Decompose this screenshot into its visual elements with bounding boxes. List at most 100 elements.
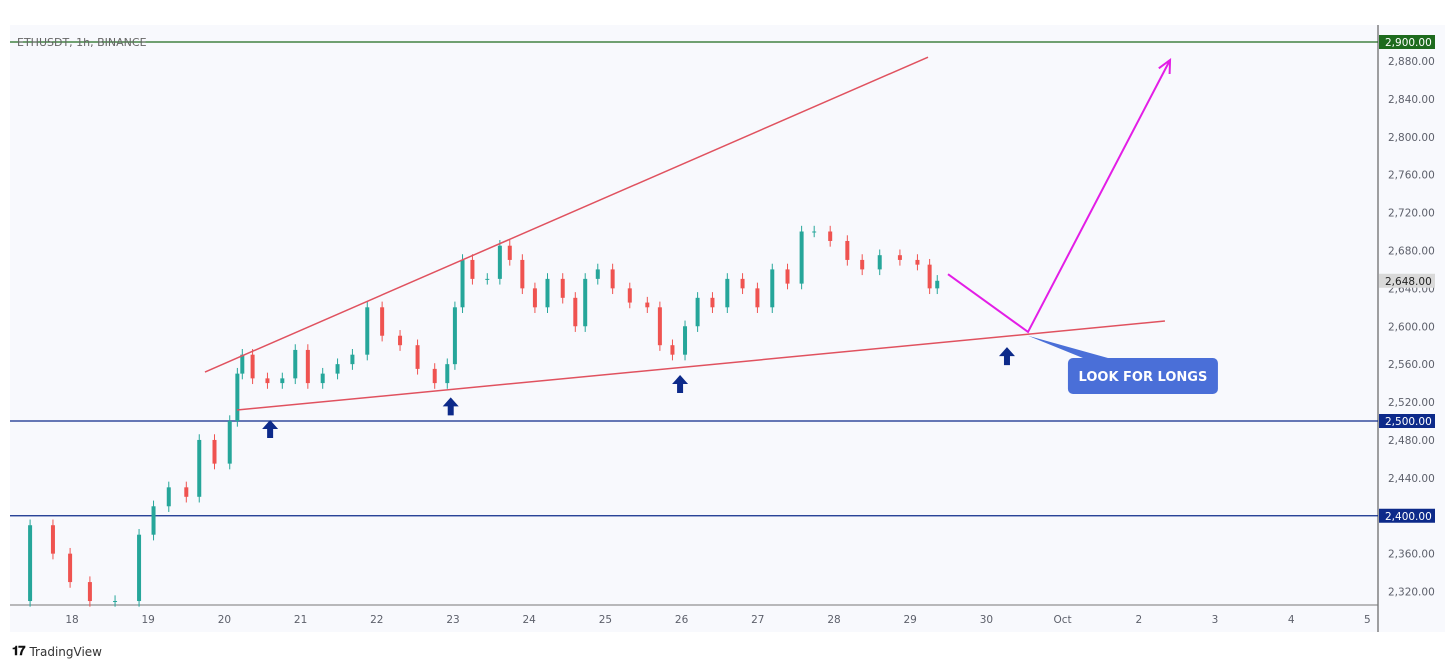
candle-body bbox=[137, 534, 142, 602]
candle-body bbox=[166, 487, 171, 507]
y-tick-label: 2,600.00 bbox=[1388, 321, 1435, 333]
candle-body bbox=[710, 297, 715, 308]
x-tick-label: 29 bbox=[904, 614, 917, 626]
level-price-label: 2,500.00 bbox=[1385, 416, 1432, 428]
y-tick-label: 2,840.00 bbox=[1388, 94, 1435, 106]
tradingview-logo-icon: 𝟏𝟕 bbox=[12, 644, 26, 659]
x-tick-label: 19 bbox=[142, 614, 155, 626]
candle-body bbox=[240, 354, 245, 374]
candle-body bbox=[670, 345, 675, 355]
y-tick-label: 2,520.00 bbox=[1388, 397, 1435, 409]
candle-body bbox=[113, 601, 118, 603]
x-tick-label: 3 bbox=[1212, 614, 1219, 626]
y-tick-label: 2,320.00 bbox=[1388, 587, 1435, 599]
y-tick-label: 2,680.00 bbox=[1388, 245, 1435, 257]
candle-body bbox=[560, 278, 565, 298]
symbol-label: ETHUSDT, 1h, BINANCE bbox=[17, 36, 147, 49]
candle-body bbox=[927, 264, 932, 289]
candle-body bbox=[227, 421, 232, 464]
candle-body bbox=[812, 231, 817, 233]
candle-body bbox=[897, 255, 902, 260]
candle-body bbox=[725, 278, 730, 308]
candle-body bbox=[695, 297, 700, 327]
candle-body bbox=[28, 525, 33, 602]
brand-name: TradingView bbox=[29, 644, 102, 659]
candle-body bbox=[445, 364, 450, 384]
candle-body bbox=[610, 269, 615, 289]
candle-body bbox=[398, 335, 403, 346]
candle-body bbox=[184, 487, 189, 497]
y-tick-label: 2,360.00 bbox=[1388, 549, 1435, 561]
x-tick-label: 28 bbox=[827, 614, 840, 626]
candle-body bbox=[845, 240, 850, 260]
x-tick-label: Oct bbox=[1054, 614, 1072, 626]
candle-body bbox=[828, 231, 833, 241]
candle-body bbox=[785, 269, 790, 284]
candle-body bbox=[497, 245, 502, 279]
y-tick-label: 2,720.00 bbox=[1388, 208, 1435, 220]
candle-body bbox=[770, 269, 775, 308]
candle-body bbox=[415, 345, 420, 369]
candle-body bbox=[197, 439, 202, 497]
candle-body bbox=[380, 307, 385, 336]
y-tick-label: 2,560.00 bbox=[1388, 359, 1435, 371]
candle-body bbox=[280, 378, 285, 384]
candle-body bbox=[87, 582, 92, 602]
candle-body bbox=[432, 368, 437, 384]
y-tick-label: 2,440.00 bbox=[1388, 473, 1435, 485]
candle-body bbox=[350, 354, 355, 365]
candle-body bbox=[68, 553, 73, 583]
tradingview-brand: 𝟏𝟕 TradingView bbox=[12, 644, 102, 659]
candle-body bbox=[235, 373, 240, 421]
candle-body bbox=[151, 506, 156, 535]
candle-body bbox=[799, 231, 804, 284]
candle-body bbox=[305, 349, 310, 384]
y-tick-label: 2,480.00 bbox=[1388, 435, 1435, 447]
candle-body bbox=[212, 439, 217, 464]
price-chart[interactable]: 2,320.00 2,360.00 2,400.00 2,440.00 2,480.00… bbox=[0, 0, 1451, 669]
candle-body bbox=[545, 278, 550, 308]
candle-body bbox=[645, 302, 650, 308]
x-tick-label: 23 bbox=[446, 614, 459, 626]
x-tick-label: 4 bbox=[1288, 614, 1295, 626]
candle-body bbox=[740, 278, 745, 289]
candle-body bbox=[452, 307, 457, 365]
y-tick-label: 2,880.00 bbox=[1388, 56, 1435, 68]
x-tick-label: 26 bbox=[675, 614, 689, 626]
candle-body bbox=[485, 278, 490, 280]
candle-body bbox=[915, 259, 920, 265]
level-price-label: 2,400.00 bbox=[1385, 511, 1432, 523]
x-tick-label: 27 bbox=[751, 614, 764, 626]
level-price-label: 2,900.00 bbox=[1385, 37, 1432, 49]
candle-body bbox=[573, 297, 578, 327]
candle-body bbox=[627, 288, 632, 303]
candle-body bbox=[532, 288, 537, 308]
candle-body bbox=[50, 525, 55, 554]
x-tick-label: 20 bbox=[218, 614, 231, 626]
x-tick-label: 18 bbox=[65, 614, 78, 626]
candle-body bbox=[583, 278, 588, 327]
candle-body bbox=[320, 373, 325, 384]
candle-body bbox=[460, 259, 465, 308]
candle-body bbox=[860, 259, 865, 270]
candle-body bbox=[683, 326, 688, 355]
candle-body bbox=[935, 280, 940, 289]
chart-background bbox=[10, 25, 1445, 632]
x-tick-label: 24 bbox=[523, 614, 537, 626]
x-tick-label: 30 bbox=[980, 614, 993, 626]
candle-body bbox=[335, 364, 340, 374]
x-tick-label: 25 bbox=[599, 614, 612, 626]
candle-body bbox=[265, 378, 270, 384]
candle-body bbox=[595, 269, 600, 279]
candle-body bbox=[507, 245, 512, 260]
candle-body bbox=[293, 349, 298, 379]
x-tick-label: 5 bbox=[1364, 614, 1371, 626]
candle-body bbox=[470, 259, 475, 279]
candle-body bbox=[520, 259, 525, 289]
candle-body bbox=[657, 307, 662, 346]
candle-body bbox=[755, 288, 760, 308]
candle-body bbox=[877, 255, 882, 270]
y-tick-label: 2,760.00 bbox=[1388, 170, 1435, 182]
candle-body bbox=[365, 307, 370, 355]
candle-body bbox=[250, 354, 255, 379]
